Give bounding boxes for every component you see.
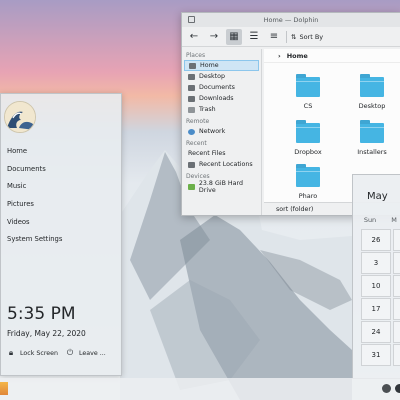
place-label: 23.8 GiB Hard Drive [198, 179, 243, 194]
taskbar [0, 378, 400, 400]
place-desktop[interactable]: Desktop [182, 71, 261, 82]
leave-button[interactable]: ⏻ Leave ... [66, 348, 106, 357]
launcher-item-documents[interactable]: Documents [7, 165, 46, 173]
folder-label: Installers [357, 148, 387, 156]
place-network[interactable]: Network [182, 126, 261, 137]
breadcrumb-chevron-icon: › [278, 51, 281, 60]
hard-drive-icon [188, 183, 195, 190]
tray-notifications-icon[interactable] [395, 384, 400, 393]
place-documents[interactable]: Documents [182, 82, 261, 93]
place-label: Documents [199, 84, 235, 91]
place-label: Trash [199, 106, 216, 113]
place-recent-files[interactable]: Recent Files [182, 148, 261, 159]
calendar-day[interactable] [393, 252, 400, 274]
calendar-weekday-header: Sun M [361, 211, 400, 229]
folder-item[interactable]: Dropbox [278, 120, 338, 156]
calendar-day[interactable]: 17 [361, 298, 391, 320]
details-view-icon[interactable]: ☰ [246, 29, 262, 45]
place-trash[interactable]: Trash [182, 104, 261, 115]
place-downloads[interactable]: Downloads [182, 93, 261, 104]
folder-label: Pharo [298, 192, 318, 200]
place-recent-locations[interactable]: Recent Locations [182, 159, 261, 170]
place-label: Recent Locations [199, 161, 253, 168]
launcher-item-music[interactable]: Music [7, 182, 26, 190]
places-header: Places [186, 52, 206, 59]
folder-item[interactable]: CS [278, 74, 338, 110]
launcher-item-pictures[interactable]: Pictures [7, 200, 34, 208]
place-label: Network [199, 128, 226, 135]
place-label: Home [200, 62, 219, 69]
calendar-day[interactable] [393, 298, 400, 320]
desktop-icon [188, 73, 195, 80]
calendar-month[interactable]: May [367, 191, 388, 202]
trash-icon [188, 106, 195, 113]
folder-item[interactable]: Installers [342, 120, 400, 156]
avatar[interactable] [4, 101, 36, 133]
leave-label: Leave ... [79, 349, 106, 357]
title-bar[interactable]: Home — Dolphin [182, 13, 400, 27]
remote-header: Remote [186, 118, 210, 125]
place-home[interactable]: Home [184, 60, 259, 71]
wave-avatar-icon [5, 102, 35, 132]
weekday-label: M [391, 216, 397, 224]
clock-date: Friday, May 22, 2020 [7, 329, 86, 338]
sort-by-label: Sort By [299, 32, 324, 41]
lock-icon: 🔒︎ [8, 348, 14, 357]
downloads-icon [188, 95, 195, 102]
application-launcher: Home Documents Music Pictures Videos Sys… [0, 93, 122, 376]
calendar-day[interactable] [393, 275, 400, 297]
window-title: Home — Dolphin [263, 16, 319, 24]
breadcrumb[interactable]: › Home [264, 49, 400, 63]
breadcrumb-home[interactable]: Home [287, 52, 308, 60]
forward-arrow-icon[interactable]: → [206, 29, 222, 45]
calendar-day[interactable]: 26 [361, 229, 391, 251]
folder-icon [296, 164, 320, 187]
folder-icon [360, 120, 384, 143]
clock-time: 5:35 PM [7, 304, 76, 324]
folder-icon [296, 120, 320, 143]
folder-item[interactable]: Desktop [342, 74, 400, 110]
launcher-item-videos[interactable]: Videos [7, 218, 30, 226]
tray-status-icon[interactable] [382, 384, 391, 393]
folder-item[interactable]: Pharo [278, 164, 338, 200]
icons-view-icon[interactable]: ▦ [226, 28, 242, 45]
weekday-label: Sun [363, 216, 377, 224]
launcher-button[interactable] [0, 382, 8, 395]
sort-by-button[interactable]: ⇅ Sort By [291, 33, 323, 41]
folder-icon [296, 74, 320, 97]
place-hard-drive[interactable]: 23.8 GiB Hard Drive [182, 179, 261, 194]
launcher-item-system-settings[interactable]: System Settings [7, 235, 62, 243]
calendar-day[interactable] [393, 321, 400, 343]
folder-label: CS [303, 102, 313, 110]
place-label: Downloads [199, 95, 234, 102]
folder-icon [360, 74, 384, 97]
lock-screen-button[interactable]: 🔒︎ Lock Screen [7, 348, 59, 357]
compact-view-icon[interactable]: ≡ [266, 29, 282, 45]
recent-header: Recent [186, 140, 207, 147]
folder-label: Dropbox [294, 148, 322, 156]
back-arrow-icon[interactable]: ← [186, 29, 202, 45]
recent-locations-icon [188, 161, 195, 168]
calendar-day[interactable]: 24 [361, 321, 391, 343]
home-icon [189, 62, 196, 69]
calendar-day[interactable]: 3 [361, 252, 391, 274]
network-icon [188, 128, 195, 135]
sort-icon: ⇅ [291, 32, 297, 41]
calendar-day[interactable]: 10 [361, 275, 391, 297]
folder-label: Desktop [358, 102, 386, 110]
calendar-day[interactable] [393, 229, 400, 251]
documents-icon [188, 84, 195, 91]
launcher-item-home[interactable]: Home [7, 147, 27, 155]
lock-screen-label: Lock Screen [20, 349, 59, 357]
status-text: sort (folder) [276, 205, 314, 213]
toolbar-separator [286, 30, 287, 43]
calendar-widget: May Sun M 26 3 10 17 24 31 [352, 174, 400, 379]
place-label: Recent Files [188, 150, 226, 157]
calendar-day[interactable]: 31 [361, 344, 391, 366]
place-label: Desktop [199, 73, 225, 80]
toolbar: ← → ▦ ☰ ≡ ⇅ Sort By [182, 27, 400, 47]
leave-icon: ⏻ [66, 348, 74, 357]
calendar-day[interactable] [393, 344, 400, 366]
places-panel: Places Home Desktop Documents Downloads … [182, 49, 262, 215]
